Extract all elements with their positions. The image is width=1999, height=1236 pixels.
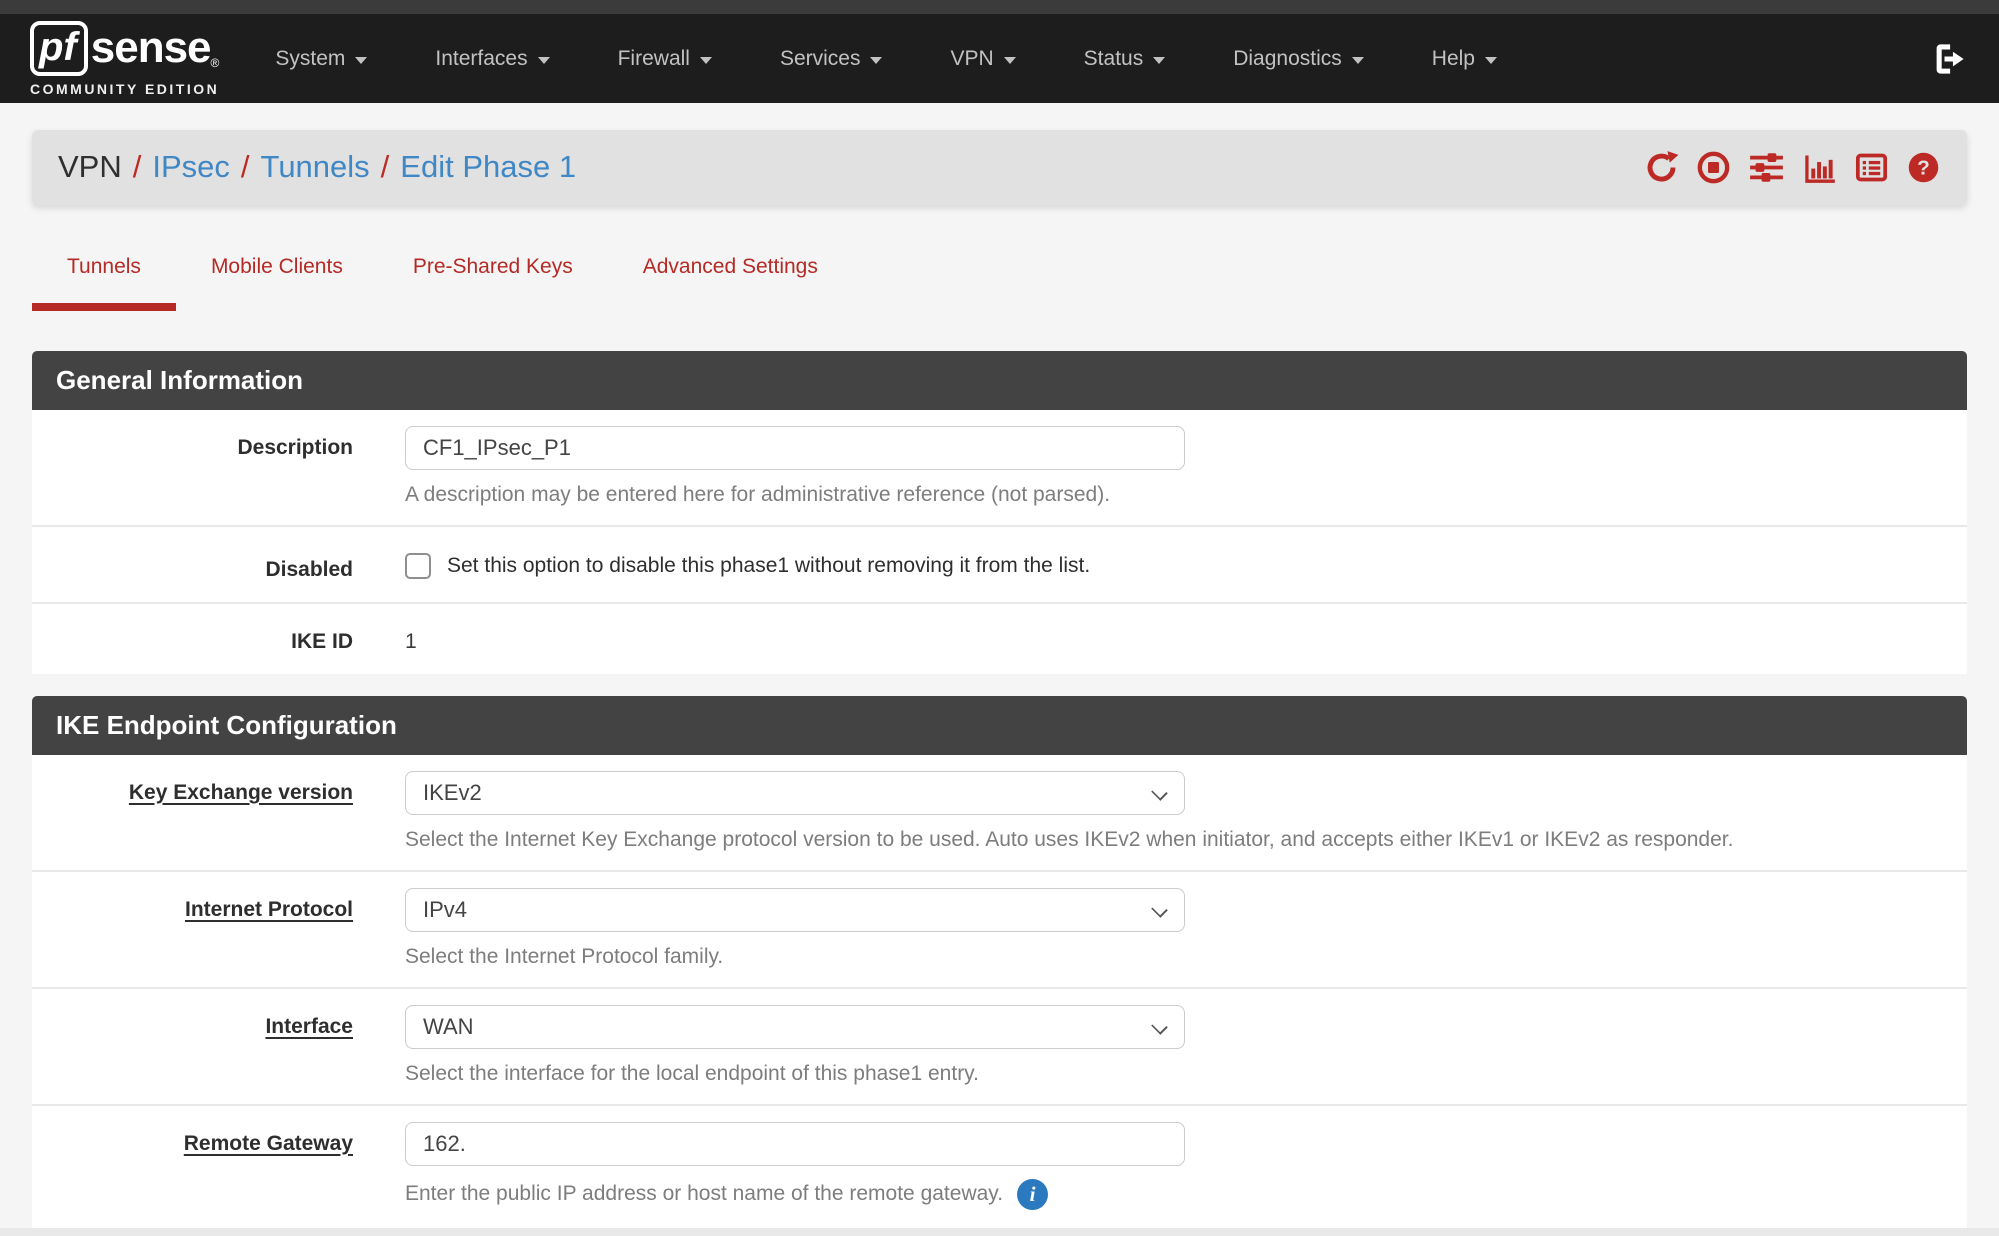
pfsense-logo[interactable]: pf sense ® COMMUNITY EDITION bbox=[30, 21, 219, 97]
tab-pre-shared-keys[interactable]: Pre-Shared Keys bbox=[378, 255, 608, 311]
description-help: A description may be entered here for ad… bbox=[405, 483, 1967, 507]
nav-item-diagnostics[interactable]: Diagnostics bbox=[1199, 47, 1398, 71]
page-content: VPN / IPsec / Tunnels / Edit Phase 1 bbox=[0, 103, 1999, 1236]
panel-title: IKE Endpoint Configuration bbox=[32, 696, 1967, 755]
key-exchange-version-label: Key Exchange version bbox=[32, 771, 353, 852]
community-edition-label: COMMUNITY EDITION bbox=[30, 81, 219, 97]
remote-gateway-help: Enter the public IP address or host name… bbox=[405, 1182, 1003, 1206]
chevron-down-icon bbox=[538, 57, 550, 64]
ike-id-value: 1 bbox=[405, 624, 1967, 654]
row-ike-id: IKE ID 1 bbox=[32, 602, 1967, 674]
nav-item-help[interactable]: Help bbox=[1398, 47, 1531, 71]
internet-protocol-help: Select the Internet Protocol family. bbox=[405, 945, 1967, 969]
row-interface: Interface WAN Select the interface for t… bbox=[32, 987, 1967, 1104]
breadcrumb-link-ipsec[interactable]: IPsec bbox=[152, 149, 230, 185]
sliders-icon[interactable] bbox=[1748, 150, 1785, 185]
chevron-down-icon bbox=[870, 57, 882, 64]
nav-item-services[interactable]: Services bbox=[746, 47, 917, 71]
chevron-down-icon bbox=[700, 57, 712, 64]
row-key-exchange-version: Key Exchange version IKEv2 Select the In… bbox=[32, 755, 1967, 870]
row-internet-protocol: Internet Protocol IPv4 Select the Intern… bbox=[32, 870, 1967, 987]
panel-general-information: General Information Description A descri… bbox=[32, 351, 1967, 674]
nav-item-status[interactable]: Status bbox=[1050, 47, 1200, 71]
top-strip bbox=[0, 0, 1999, 14]
chevron-down-icon bbox=[1485, 57, 1497, 64]
chevron-down-icon bbox=[1352, 57, 1364, 64]
registered-mark: ® bbox=[211, 56, 220, 70]
chevron-down-icon bbox=[1151, 784, 1168, 801]
sign-out-icon[interactable] bbox=[1931, 41, 1967, 77]
help-icon[interactable]: ? bbox=[1906, 150, 1941, 185]
breadcrumb-link-edit-phase-1[interactable]: Edit Phase 1 bbox=[400, 149, 576, 185]
panel-ike-endpoint-configuration: IKE Endpoint Configuration Key Exchange … bbox=[32, 696, 1967, 1228]
main-navbar: pf sense ® COMMUNITY EDITION System Inte… bbox=[0, 14, 1999, 103]
chevron-down-icon bbox=[1004, 57, 1016, 64]
stop-circle-icon[interactable] bbox=[1696, 150, 1731, 185]
bar-chart-icon[interactable] bbox=[1802, 150, 1837, 185]
interface-select[interactable]: WAN bbox=[405, 1005, 1185, 1049]
remote-gateway-label: Remote Gateway bbox=[32, 1122, 353, 1210]
nav-item-vpn[interactable]: VPN bbox=[916, 47, 1049, 71]
remote-gateway-input[interactable] bbox=[405, 1122, 1185, 1166]
breadcrumb-vpn: VPN bbox=[58, 149, 122, 185]
row-description: Description A description may be entered… bbox=[32, 410, 1967, 525]
description-label: Description bbox=[32, 426, 353, 507]
nav-item-interfaces[interactable]: Interfaces bbox=[401, 47, 583, 71]
internet-protocol-label: Internet Protocol bbox=[32, 888, 353, 969]
disabled-checkbox-label: Set this option to disable this phase1 w… bbox=[447, 554, 1090, 578]
breadcrumb-link-tunnels[interactable]: Tunnels bbox=[261, 149, 370, 185]
disabled-label: Disabled bbox=[32, 547, 353, 582]
tab-advanced-settings[interactable]: Advanced Settings bbox=[608, 255, 853, 311]
nav-item-system[interactable]: System bbox=[241, 47, 401, 71]
description-input[interactable] bbox=[405, 426, 1185, 470]
key-exchange-version-select[interactable]: IKEv2 bbox=[405, 771, 1185, 815]
breadcrumb: VPN / IPsec / Tunnels / Edit Phase 1 bbox=[58, 149, 576, 185]
info-icon[interactable]: i bbox=[1017, 1179, 1048, 1210]
refresh-icon[interactable] bbox=[1644, 150, 1679, 185]
chevron-down-icon bbox=[1151, 901, 1168, 918]
log-list-icon[interactable] bbox=[1854, 150, 1889, 185]
key-exchange-version-help: Select the Internet Key Exchange protoco… bbox=[405, 828, 1967, 852]
interface-label: Interface bbox=[32, 1005, 353, 1086]
panel-title: General Information bbox=[32, 351, 1967, 410]
chevron-down-icon bbox=[1151, 1018, 1168, 1035]
row-remote-gateway: Remote Gateway Enter the public IP addre… bbox=[32, 1104, 1967, 1228]
section-tabs: Tunnels Mobile Clients Pre-Shared Keys A… bbox=[32, 255, 1967, 311]
tab-tunnels[interactable]: Tunnels bbox=[32, 255, 176, 311]
tab-mobile-clients[interactable]: Mobile Clients bbox=[176, 255, 378, 311]
row-disabled: Disabled Set this option to disable this… bbox=[32, 525, 1967, 602]
chevron-down-icon bbox=[355, 57, 367, 64]
sense-logo-text: sense bbox=[91, 23, 211, 73]
interface-help: Select the interface for the local endpo… bbox=[405, 1062, 1967, 1086]
breadcrumb-bar: VPN / IPsec / Tunnels / Edit Phase 1 bbox=[32, 130, 1967, 205]
disabled-checkbox[interactable] bbox=[405, 553, 431, 579]
ike-id-label: IKE ID bbox=[32, 624, 353, 654]
internet-protocol-select[interactable]: IPv4 bbox=[405, 888, 1185, 932]
pf-logo-mark: pf bbox=[30, 21, 88, 76]
svg-text:?: ? bbox=[1917, 156, 1930, 179]
chevron-down-icon bbox=[1153, 57, 1165, 64]
page-action-icons: ? bbox=[1644, 150, 1941, 185]
nav-menu: System Interfaces Firewall Services VPN … bbox=[241, 47, 1531, 71]
next-row-divider bbox=[0, 1228, 1999, 1236]
nav-item-firewall[interactable]: Firewall bbox=[584, 47, 746, 71]
